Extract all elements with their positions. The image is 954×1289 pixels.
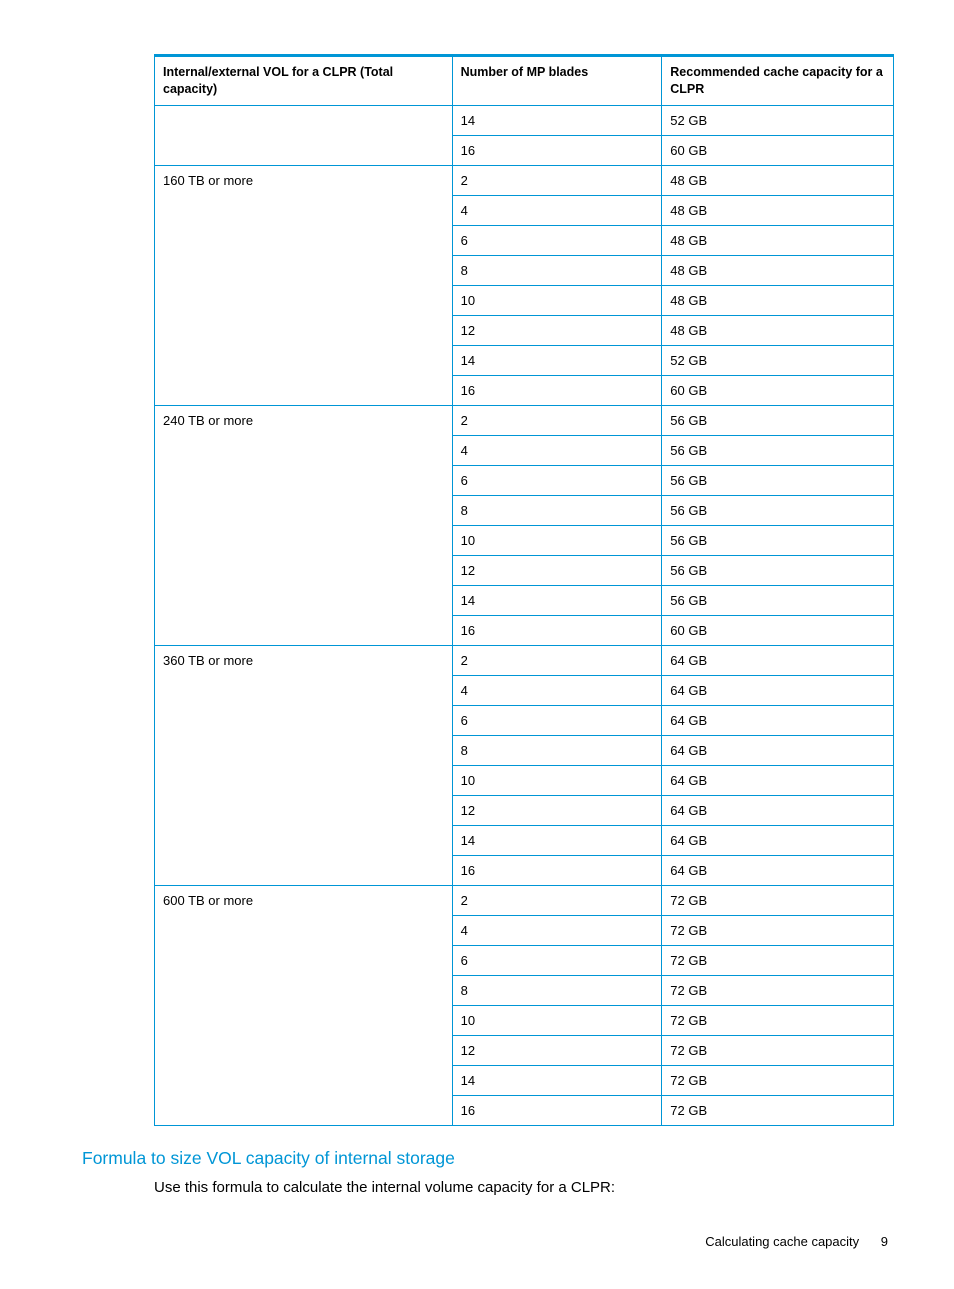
cell-cache-capacity: 52 GB bbox=[662, 105, 894, 135]
cell-cache-capacity: 56 GB bbox=[662, 405, 894, 435]
table-row: 1452 GB bbox=[155, 105, 894, 135]
table-body: 1452 GB1660 GB160 TB or more248 GB448 GB… bbox=[155, 105, 894, 1125]
cell-mp-blades: 4 bbox=[452, 435, 662, 465]
cell-cache-capacity: 64 GB bbox=[662, 705, 894, 735]
col-header-cache: Recommended cache capacity for a CLPR bbox=[662, 56, 894, 106]
table-row: 240 TB or more256 GB bbox=[155, 405, 894, 435]
cell-mp-blades: 16 bbox=[452, 615, 662, 645]
cell-mp-blades: 10 bbox=[452, 765, 662, 795]
col-header-vol: Internal/external VOL for a CLPR (Total … bbox=[155, 56, 453, 106]
cell-mp-blades: 10 bbox=[452, 525, 662, 555]
cell-cache-capacity: 72 GB bbox=[662, 1095, 894, 1125]
cell-mp-blades: 14 bbox=[452, 105, 662, 135]
cell-cache-capacity: 60 GB bbox=[662, 615, 894, 645]
cell-cache-capacity: 48 GB bbox=[662, 195, 894, 225]
cell-cache-capacity: 72 GB bbox=[662, 975, 894, 1005]
cell-mp-blades: 6 bbox=[452, 705, 662, 735]
cell-cache-capacity: 48 GB bbox=[662, 315, 894, 345]
cell-vol-capacity: 360 TB or more bbox=[155, 645, 453, 885]
cell-mp-blades: 12 bbox=[452, 1035, 662, 1065]
cell-mp-blades: 6 bbox=[452, 465, 662, 495]
cell-mp-blades: 4 bbox=[452, 675, 662, 705]
cell-cache-capacity: 48 GB bbox=[662, 285, 894, 315]
cell-cache-capacity: 64 GB bbox=[662, 675, 894, 705]
section-heading: Formula to size VOL capacity of internal… bbox=[82, 1148, 894, 1169]
cell-mp-blades: 2 bbox=[452, 165, 662, 195]
cell-mp-blades: 2 bbox=[452, 405, 662, 435]
cell-mp-blades: 2 bbox=[452, 885, 662, 915]
cell-cache-capacity: 60 GB bbox=[662, 375, 894, 405]
cell-mp-blades: 16 bbox=[452, 135, 662, 165]
cell-cache-capacity: 56 GB bbox=[662, 585, 894, 615]
cell-cache-capacity: 56 GB bbox=[662, 525, 894, 555]
footer-title: Calculating cache capacity bbox=[705, 1234, 859, 1249]
cell-mp-blades: 14 bbox=[452, 585, 662, 615]
cell-mp-blades: 8 bbox=[452, 735, 662, 765]
cell-mp-blades: 6 bbox=[452, 225, 662, 255]
cell-vol-capacity: 240 TB or more bbox=[155, 405, 453, 645]
col-header-blades: Number of MP blades bbox=[452, 56, 662, 106]
footer-page-number: 9 bbox=[881, 1234, 888, 1249]
cell-cache-capacity: 60 GB bbox=[662, 135, 894, 165]
cell-mp-blades: 10 bbox=[452, 1005, 662, 1035]
cell-mp-blades: 12 bbox=[452, 555, 662, 585]
cell-cache-capacity: 48 GB bbox=[662, 255, 894, 285]
cell-cache-capacity: 56 GB bbox=[662, 495, 894, 525]
page-footer: Calculating cache capacity 9 bbox=[82, 1234, 894, 1249]
cell-cache-capacity: 64 GB bbox=[662, 825, 894, 855]
cell-mp-blades: 14 bbox=[452, 825, 662, 855]
page: Internal/external VOL for a CLPR (Total … bbox=[0, 0, 954, 1289]
cell-mp-blades: 8 bbox=[452, 255, 662, 285]
cell-mp-blades: 8 bbox=[452, 975, 662, 1005]
cell-cache-capacity: 56 GB bbox=[662, 555, 894, 585]
cache-capacity-table: Internal/external VOL for a CLPR (Total … bbox=[154, 54, 894, 1126]
cell-cache-capacity: 56 GB bbox=[662, 465, 894, 495]
cell-mp-blades: 12 bbox=[452, 315, 662, 345]
table-row: 360 TB or more264 GB bbox=[155, 645, 894, 675]
cell-vol-capacity: 600 TB or more bbox=[155, 885, 453, 1125]
cell-mp-blades: 12 bbox=[452, 795, 662, 825]
cell-mp-blades: 8 bbox=[452, 495, 662, 525]
cell-cache-capacity: 64 GB bbox=[662, 735, 894, 765]
cell-cache-capacity: 64 GB bbox=[662, 645, 894, 675]
cell-mp-blades: 10 bbox=[452, 285, 662, 315]
cell-cache-capacity: 64 GB bbox=[662, 855, 894, 885]
cell-cache-capacity: 48 GB bbox=[662, 225, 894, 255]
table-row: 160 TB or more248 GB bbox=[155, 165, 894, 195]
cell-cache-capacity: 72 GB bbox=[662, 1065, 894, 1095]
cell-cache-capacity: 72 GB bbox=[662, 945, 894, 975]
cell-mp-blades: 2 bbox=[452, 645, 662, 675]
cell-mp-blades: 14 bbox=[452, 345, 662, 375]
cell-cache-capacity: 52 GB bbox=[662, 345, 894, 375]
cell-mp-blades: 4 bbox=[452, 915, 662, 945]
cell-cache-capacity: 72 GB bbox=[662, 1035, 894, 1065]
cell-vol-capacity bbox=[155, 105, 453, 165]
cell-mp-blades: 14 bbox=[452, 1065, 662, 1095]
cell-mp-blades: 16 bbox=[452, 855, 662, 885]
cell-mp-blades: 16 bbox=[452, 375, 662, 405]
cell-mp-blades: 6 bbox=[452, 945, 662, 975]
body-text: Use this formula to calculate the intern… bbox=[154, 1177, 894, 1198]
cell-mp-blades: 16 bbox=[452, 1095, 662, 1125]
cell-cache-capacity: 72 GB bbox=[662, 1005, 894, 1035]
table-row: 600 TB or more272 GB bbox=[155, 885, 894, 915]
cell-cache-capacity: 72 GB bbox=[662, 915, 894, 945]
cell-cache-capacity: 64 GB bbox=[662, 765, 894, 795]
cell-cache-capacity: 56 GB bbox=[662, 435, 894, 465]
cell-cache-capacity: 72 GB bbox=[662, 885, 894, 915]
cell-cache-capacity: 64 GB bbox=[662, 795, 894, 825]
cell-vol-capacity: 160 TB or more bbox=[155, 165, 453, 405]
cell-mp-blades: 4 bbox=[452, 195, 662, 225]
table-header-row: Internal/external VOL for a CLPR (Total … bbox=[155, 56, 894, 106]
cell-cache-capacity: 48 GB bbox=[662, 165, 894, 195]
